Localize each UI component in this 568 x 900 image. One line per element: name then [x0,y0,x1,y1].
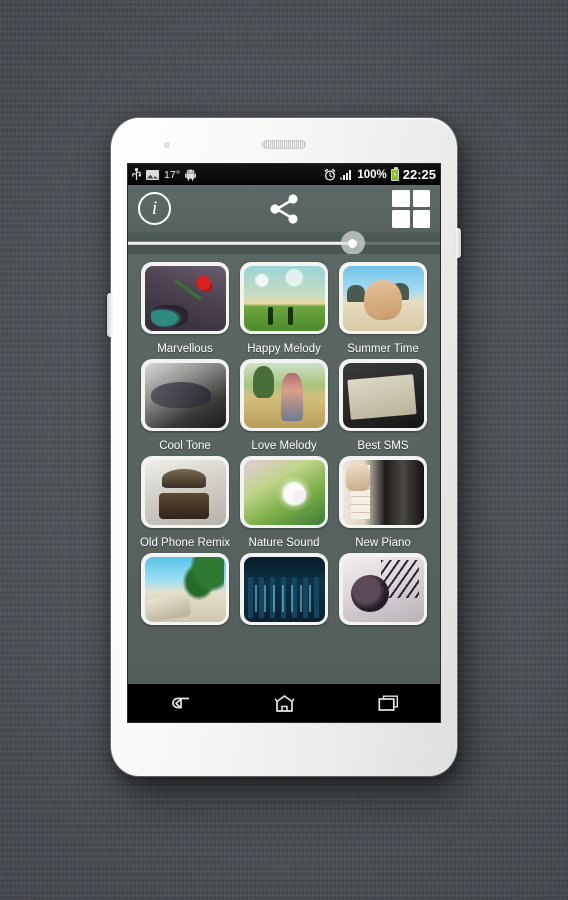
ringtone-tile-label: Best SMS [357,440,409,452]
sky-field-silhouette-thumbnail [243,265,325,331]
slider-fill [128,241,353,245]
ringtone-tile[interactable]: Cool Tone [139,359,231,456]
antique-telephone-thumbnail [144,459,226,525]
ringtone-tile[interactable]: Best SMS [337,359,429,456]
phone-device: 17° 100% 22:25 i Marvellous Happy Melody… [107,118,461,776]
android-navigation-bar [128,684,440,722]
status-left-group: 17° [132,168,197,181]
app-toolbar: i [128,185,440,232]
power-button[interactable] [456,228,461,258]
ringtone-tile[interactable]: Nature Sound [238,456,330,553]
ringtone-tile-label: Marvellous [157,343,213,355]
tile-frame [240,456,328,528]
ringtone-tile-label: Old Phone Remix [139,537,231,549]
tropical-beach-thumbnail [144,556,226,622]
tile-frame [141,553,229,625]
ringtone-tile-label: Summer Time [347,343,419,355]
tile-frame [339,456,427,528]
ringtone-tile[interactable]: Summer Time [337,262,429,359]
home-icon[interactable] [257,688,311,718]
dark-glossy-object-thumbnail [144,362,226,428]
ringtone-tile[interactable]: Happy Melody [238,262,330,359]
sms-note-thumbnail [342,362,424,428]
tile-frame [141,359,229,431]
info-button-label: i [151,198,158,219]
usb-icon [132,168,141,180]
dandelion-flower-thumbnail [243,459,325,525]
clock-text: 22:25 [402,167,436,182]
temperature-text: 17° [164,168,181,181]
ringtone-tile-label: New Piano [355,537,411,549]
ringtone-grid: Marvellous Happy Melody Summer Time Cool To… [128,254,440,722]
info-circle-icon[interactable]: i [138,192,171,225]
ringtone-tile[interactable]: Love Melody [238,359,330,456]
earpiece-speaker [262,140,306,149]
ringtone-tile[interactable] [238,553,330,630]
signal-bars-icon [340,169,353,180]
scroll-slider[interactable] [128,231,440,255]
tile-frame [141,456,229,528]
ringtone-tile-label: Cool Tone [159,440,211,452]
tile-frame [141,262,229,334]
grid-cell [412,210,430,228]
blue-night-city-thumbnail [243,556,325,622]
volume-button[interactable] [107,293,112,337]
status-right-group: 100% 22:25 [324,166,436,182]
ringtone-tile-label: Love Melody [251,440,317,452]
sandy-hands-beach-thumbnail [342,265,424,331]
tile-frame [339,359,427,431]
grid-cell [412,189,430,207]
battery-percent-text: 100% [357,168,387,181]
tile-frame [240,359,328,431]
front-camera [164,142,170,148]
share-nodes-icon[interactable] [266,193,302,225]
ringtone-tile-label: Happy Melody [247,343,321,355]
red-rose-thumbnail [144,265,226,331]
headphones-thumbnail [342,556,424,622]
battery-charging-icon [390,166,399,181]
alarm-clock-icon [325,168,336,181]
screenshot-image-icon [146,169,159,180]
slider-thumb[interactable] [340,231,365,255]
grid-cell [392,210,410,228]
phone-screen: 17° 100% 22:25 i Marvellous Happy Melody… [128,164,440,722]
android-status-bar: 17° 100% 22:25 [128,164,440,185]
grid-view-icon[interactable] [392,189,430,228]
piano-keys-thumbnail [342,459,424,525]
android-robot-icon [185,169,197,181]
ringtone-tile[interactable] [139,553,231,630]
back-arrow-icon[interactable] [153,688,207,718]
tile-frame [240,262,328,334]
tile-frame [339,262,427,334]
grid-cell [392,189,410,207]
ringtone-tile-label: Nature Sound [248,537,320,549]
ringtone-tile[interactable]: Marvellous [139,262,231,359]
ringtone-tile[interactable] [337,553,429,630]
ringtone-tile[interactable]: Old Phone Remix [139,456,231,553]
screenshot-canvas: 17° 100% 22:25 i Marvellous Happy Melody… [0,0,568,900]
tile-frame [339,553,427,625]
tile-frame [240,553,328,625]
ringtone-tile[interactable]: New Piano [337,456,429,553]
recent-apps-icon[interactable] [361,688,415,718]
couple-in-field-thumbnail [243,362,325,428]
